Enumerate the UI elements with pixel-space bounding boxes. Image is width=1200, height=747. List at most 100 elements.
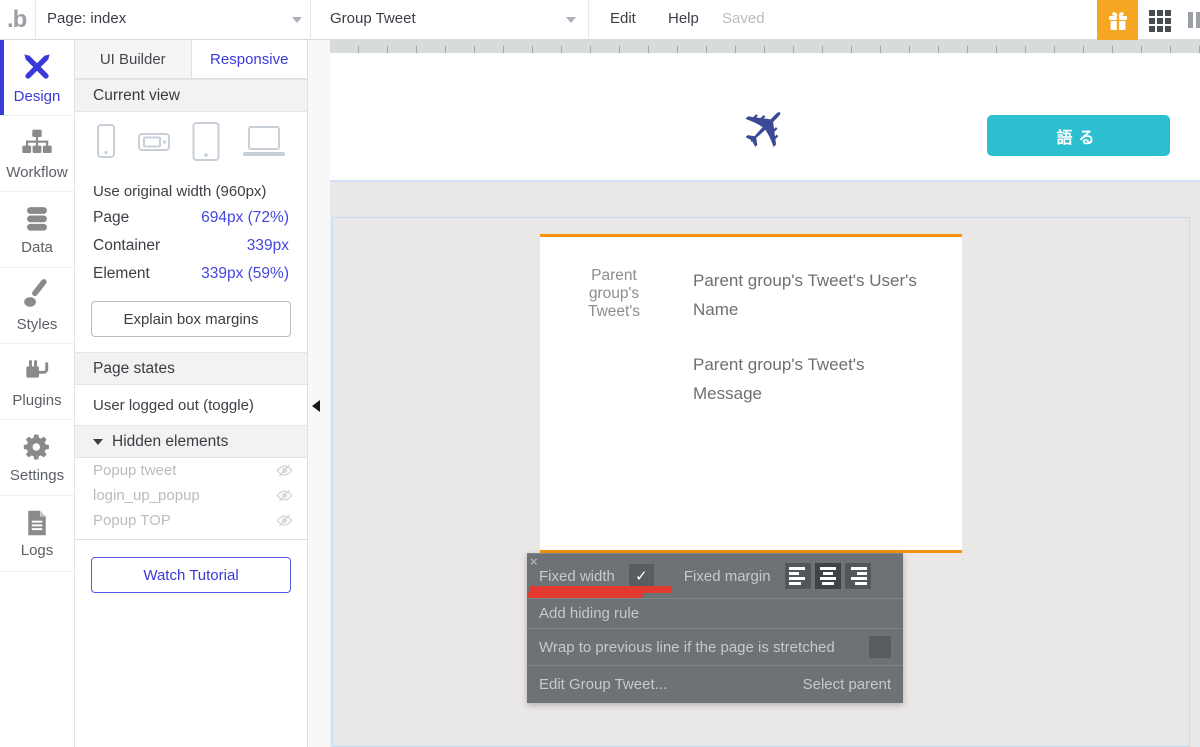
- responsive-context-menu: × Fixed width ✓ Fixed margin: [527, 553, 903, 703]
- left-nav-rail: Design Workflow: [0, 40, 75, 747]
- design-icon: [21, 51, 53, 83]
- hidden-item-login-up-popup[interactable]: login_up_popup: [75, 483, 307, 508]
- tweet-message-text[interactable]: Parent group's Tweet's Message: [693, 351, 923, 409]
- align-right-icon[interactable]: [845, 563, 871, 589]
- menu-help[interactable]: Help: [668, 10, 699, 27]
- context-row-add-hiding-rule[interactable]: Add hiding rule: [527, 598, 903, 628]
- metric-label: Element: [93, 265, 150, 283]
- panel-tabs: UI Builder Responsive: [75, 40, 307, 79]
- saved-status: Saved: [722, 10, 765, 27]
- fixed-margin-options: [785, 563, 871, 589]
- settings-icon: [22, 432, 52, 462]
- align-center-icon[interactable]: [815, 563, 841, 589]
- speak-button[interactable]: 語る: [987, 115, 1170, 156]
- element-selector-label: Group Tweet: [330, 10, 416, 27]
- current-view-header: Current view: [75, 79, 307, 112]
- metric-label: Container: [93, 237, 160, 255]
- phone-portrait-icon[interactable]: [95, 123, 117, 161]
- wrap-label: Wrap to previous line if the page is str…: [539, 639, 835, 656]
- edit-group-tweet-link[interactable]: Edit Group Tweet...: [539, 676, 667, 693]
- tab-responsive[interactable]: Responsive: [192, 40, 308, 78]
- fixed-width-label: Fixed width: [539, 568, 615, 585]
- chevron-down-icon: [292, 17, 302, 23]
- device-selector: [75, 112, 307, 172]
- metric-label: Page: [93, 209, 129, 227]
- data-icon: [22, 204, 52, 234]
- avatar-placeholder-text: Parent group's Tweet's: [578, 267, 650, 320]
- tab-ui-builder[interactable]: UI Builder: [75, 40, 192, 78]
- explain-box-margins-button[interactable]: Explain box margins: [91, 301, 291, 337]
- canvas: ✈ 語る Parent group's Tweet's Parent group…: [330, 40, 1200, 747]
- hidden-elements-title: Hidden elements: [112, 433, 228, 451]
- nav-design[interactable]: Design: [0, 40, 74, 116]
- align-left-icon[interactable]: [785, 563, 811, 589]
- hidden-item-popup-tweet[interactable]: Popup tweet: [75, 458, 307, 483]
- metric-value: 339px: [247, 237, 289, 255]
- avatar[interactable]: Parent group's Tweet's: [578, 259, 650, 331]
- hidden-elements-list: Popup tweet login_up_popup Popup TOP: [75, 458, 307, 540]
- nav-label: Plugins: [12, 392, 61, 409]
- workflow-icon: [21, 127, 53, 159]
- page-states-header: Page states: [75, 352, 307, 385]
- metric-page: Page 694px (72%): [75, 204, 307, 232]
- gift-button[interactable]: [1097, 0, 1138, 40]
- nav-label: Design: [14, 88, 61, 105]
- canvas-ruler: [330, 40, 1200, 53]
- select-parent-link[interactable]: Select parent: [803, 676, 891, 693]
- hidden-item-popup-top[interactable]: Popup TOP: [75, 508, 307, 533]
- tweet-user-name-text[interactable]: Parent group's Tweet's User's Name: [693, 267, 923, 325]
- metric-value: 694px (72%): [201, 209, 289, 227]
- eye-slash-icon[interactable]: [276, 513, 293, 528]
- top-bar: .b Page: index Group Tweet Edit Help Sav…: [0, 0, 1200, 40]
- eye-slash-icon[interactable]: [276, 463, 293, 478]
- metric-container: Container 339px: [75, 232, 307, 260]
- airplane-icon[interactable]: ✈: [714, 76, 817, 179]
- red-annotation-underline: [527, 592, 643, 598]
- page-header-group[interactable]: ✈ 語る: [330, 53, 1200, 182]
- collapse-triangle-icon: [93, 439, 103, 445]
- nav-plugins[interactable]: Plugins: [0, 344, 74, 420]
- hidden-item-label: Popup TOP: [93, 512, 171, 529]
- eye-slash-icon[interactable]: [276, 488, 293, 503]
- nav-label: Workflow: [6, 164, 67, 181]
- nav-label: Logs: [21, 542, 54, 559]
- bubble-logo: .b: [7, 6, 26, 34]
- metric-element: Element 339px (59%): [75, 260, 307, 288]
- chevron-down-icon: [566, 17, 576, 23]
- tablet-icon[interactable]: [191, 121, 221, 163]
- add-hiding-rule-label: Add hiding rule: [539, 605, 639, 622]
- clipped-toolbar-icon: [1188, 12, 1200, 28]
- divider: [588, 0, 589, 40]
- context-row-edit: Edit Group Tweet... Select parent: [527, 665, 903, 703]
- close-icon[interactable]: ×: [530, 555, 538, 568]
- watch-tutorial-button[interactable]: Watch Tutorial: [91, 557, 291, 593]
- hidden-elements-header[interactable]: Hidden elements: [75, 425, 307, 458]
- menu-edit[interactable]: Edit: [610, 10, 636, 27]
- nav-label: Data: [21, 239, 53, 256]
- group-tweet-card[interactable]: Parent group's Tweet's Parent group's Tw…: [540, 234, 962, 553]
- metric-value: 339px (59%): [201, 265, 289, 283]
- divider: [35, 0, 36, 40]
- panel-collapse-icon[interactable]: [312, 400, 320, 412]
- nav-logs[interactable]: Logs: [0, 496, 74, 572]
- nav-workflow[interactable]: Workflow: [0, 116, 74, 192]
- wrap-checkbox[interactable]: [869, 636, 891, 658]
- fixed-width-checkbox[interactable]: ✓: [629, 564, 654, 589]
- page-selector-label: Page: index: [47, 10, 126, 27]
- apps-grid-icon[interactable]: [1149, 10, 1171, 32]
- plugins-icon: [21, 355, 53, 387]
- page-states-title: Page states: [93, 360, 175, 378]
- hidden-item-label: login_up_popup: [93, 487, 200, 504]
- phone-landscape-icon[interactable]: [137, 131, 171, 153]
- original-width-label[interactable]: Use original width (960px): [75, 172, 307, 204]
- divider: [310, 0, 311, 40]
- logs-icon: [23, 509, 51, 537]
- nav-settings[interactable]: Settings: [0, 420, 74, 496]
- nav-styles[interactable]: Styles: [0, 268, 74, 344]
- nav-label: Settings: [10, 467, 64, 484]
- nav-label: Styles: [17, 316, 58, 333]
- page-state-user-logged-out[interactable]: User logged out (toggle): [75, 385, 307, 425]
- laptop-icon[interactable]: [241, 125, 287, 159]
- nav-data[interactable]: Data: [0, 192, 74, 268]
- gift-icon: [1106, 8, 1130, 32]
